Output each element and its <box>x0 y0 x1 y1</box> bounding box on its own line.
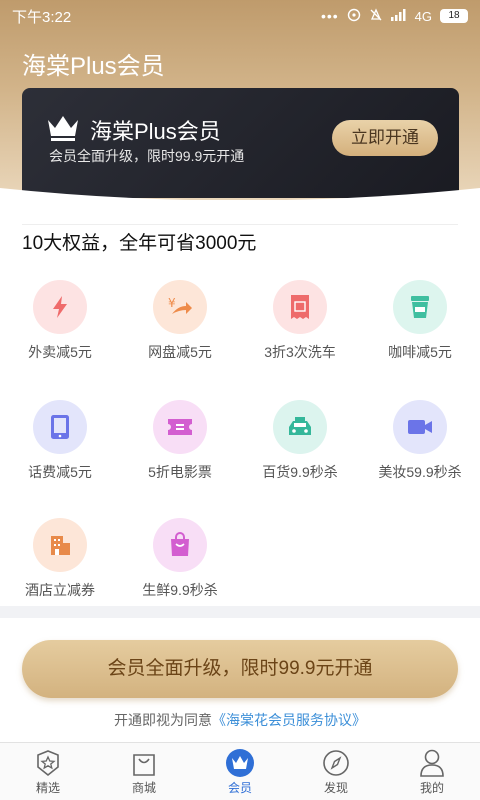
agreement-text: 开通即视为同意《海棠花会员服务协议》 <box>0 710 480 730</box>
benefit-icon-circle <box>33 400 87 454</box>
page-title: 海棠Plus会员 <box>22 53 165 80</box>
benefit-icon-circle <box>33 518 87 572</box>
tab-label: 我的 <box>419 781 444 795</box>
benefit-label: 生鲜9.9秒杀 <box>142 582 218 598</box>
benefit-label: 网盘减5元 <box>148 344 212 360</box>
tab-label: 精选 <box>35 781 60 795</box>
benefit-icon-circle <box>273 400 327 454</box>
hotel-building-icon <box>51 536 70 555</box>
tab-label: 商城 <box>131 781 156 795</box>
ticket-icon <box>291 295 309 319</box>
benefit-icon-circle <box>393 400 447 454</box>
crown-icon <box>225 748 255 778</box>
film-ticket-icon <box>168 419 192 435</box>
signal-icon <box>390 8 407 24</box>
benefit-cloud-disk[interactable]: ¥ 网盘减5元 <box>120 280 240 362</box>
benefit-label: 5折电影票 <box>148 464 212 480</box>
shopping-bag-icon <box>129 748 159 778</box>
benefit-icon-circle <box>153 400 207 454</box>
benefit-icon-circle <box>393 280 447 334</box>
more-dots-icon: ••• <box>320 8 339 24</box>
tab-label: 发现 <box>323 781 348 795</box>
yen-arrow-icon: ¥ <box>168 296 192 314</box>
alarm-icon <box>347 8 361 25</box>
status-time: 下午3:22 <box>12 8 72 26</box>
benefit-takeout[interactable]: 外卖减5元 <box>0 280 120 362</box>
network-type: 4G <box>414 8 432 24</box>
section-separator <box>0 606 480 618</box>
benefit-hotel[interactable]: 酒店立减券 <box>0 518 120 600</box>
benefit-label: 酒店立减券 <box>25 582 95 598</box>
tab-discover[interactable]: 发现 <box>288 743 384 800</box>
tab-mall[interactable]: 商城 <box>96 743 192 800</box>
car-icon <box>289 417 311 435</box>
benefits-title: 10大权益，全年可省3000元 <box>22 233 257 254</box>
benefit-label: 外卖减5元 <box>28 344 92 360</box>
bottom-tab-bar: 精选 商城 会员 发现 我的 <box>0 742 480 800</box>
crown-icon <box>48 116 78 141</box>
benefit-cosmetics[interactable]: 美妆59.9秒杀 <box>360 400 480 482</box>
tab-member[interactable]: 会员 <box>192 743 288 800</box>
header-curve <box>0 188 480 228</box>
mute-icon <box>369 7 383 25</box>
benefit-label: 百货9.9秒杀 <box>262 464 338 480</box>
status-bar: 下午3:22 ••• 4G 18 <box>0 0 480 32</box>
benefit-label: 3折3次洗车 <box>264 344 336 360</box>
battery-icon: 18 <box>440 9 468 23</box>
vip-card-subtitle: 会员全面升级，限时99.9元开通 <box>49 148 245 164</box>
benefit-car-wash[interactable]: 3折3次洗车 <box>240 280 360 362</box>
benefit-fresh-food[interactable]: 生鲜9.9秒杀 <box>120 518 240 600</box>
benefit-icon-circle <box>273 280 327 334</box>
upgrade-cta-button[interactable]: 会员全面升级，限时99.9元开通 <box>22 640 458 698</box>
benefit-coffee[interactable]: 咖啡减5元 <box>360 280 480 362</box>
benefit-label: 美妆59.9秒杀 <box>378 464 462 480</box>
vip-card-title: 海棠Plus会员 <box>90 119 221 144</box>
tablet-icon <box>51 415 69 439</box>
video-camera-icon <box>408 420 432 434</box>
tab-featured[interactable]: 精选 <box>0 743 96 800</box>
agreement-link[interactable]: 《海棠花会员服务协议》 <box>212 712 366 728</box>
open-now-button[interactable]: 立即开通 <box>332 120 438 156</box>
benefit-movie-ticket[interactable]: 5折电影票 <box>120 400 240 482</box>
benefit-icon-circle <box>153 518 207 572</box>
person-icon <box>417 748 447 778</box>
shopping-bag-icon <box>171 532 189 556</box>
benefit-label: 咖啡减5元 <box>388 344 452 360</box>
divider <box>22 224 458 225</box>
svg-text:¥: ¥ <box>168 296 176 310</box>
coffee-cup-icon <box>411 296 429 318</box>
benefit-label: 话费减5元 <box>28 464 92 480</box>
status-icons: ••• 4G 18 <box>320 7 468 25</box>
tab-mine[interactable]: 我的 <box>384 743 480 800</box>
compass-icon <box>321 748 351 778</box>
star-badge-icon <box>33 748 63 778</box>
benefit-icon-circle <box>33 280 87 334</box>
benefit-phone-bill[interactable]: 话费减5元 <box>0 400 120 482</box>
benefit-department-store[interactable]: 百货9.9秒杀 <box>240 400 360 482</box>
tab-label: 会员 <box>227 781 252 795</box>
lightning-icon <box>53 296 67 318</box>
agreement-prefix: 开通即视为同意 <box>114 712 212 728</box>
benefit-icon-circle: ¥ <box>153 280 207 334</box>
